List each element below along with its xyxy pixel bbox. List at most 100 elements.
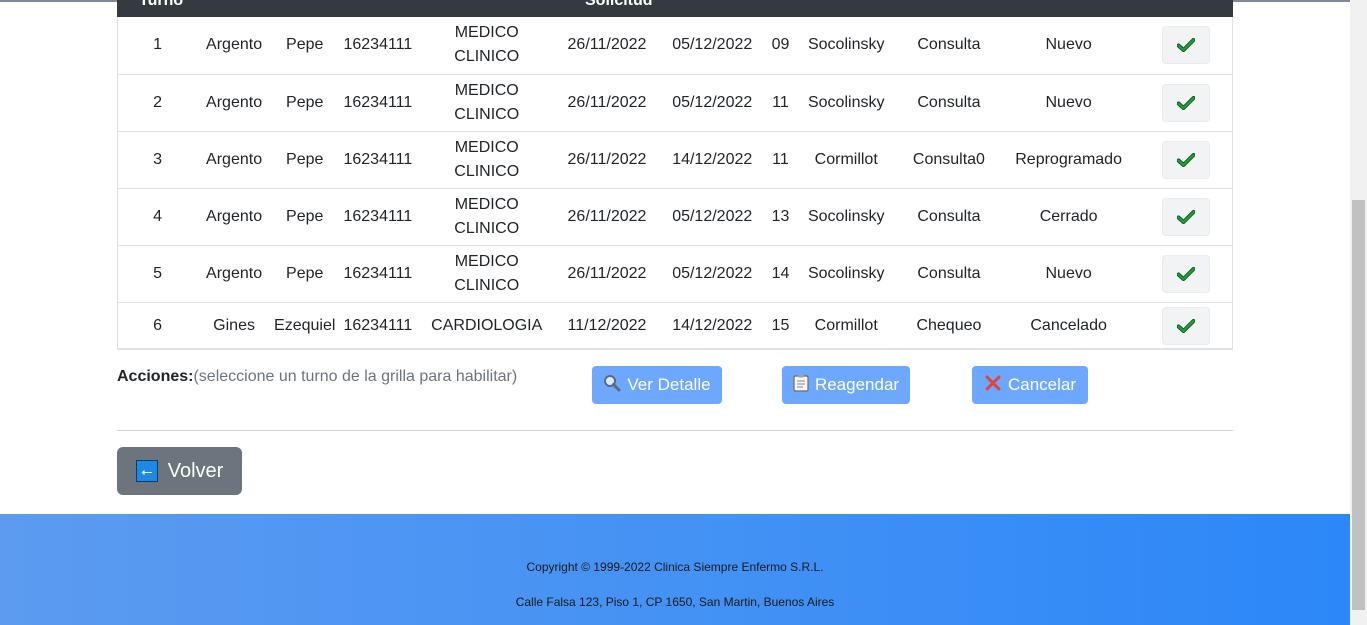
footer: Copyright © 1999-2022 Clinica Siempre En… [0, 514, 1350, 625]
magnifier-icon [603, 374, 621, 396]
cell-tipo: Consulta [917, 264, 981, 282]
cell-estado: Cancelado [1030, 316, 1107, 334]
especialidad-line1: MEDICO [454, 81, 519, 99]
cell-fecha: 05/12/2022 [672, 207, 753, 225]
cell-dni: 16234111 [343, 36, 413, 54]
especialidad-line1: MEDICO [454, 138, 519, 156]
table-row[interactable]: 4 Argento Pepe 16234111 MEDICO CLINICO 26/11/2… [117, 188, 1233, 245]
cell-especialidad: MEDICO CLINICO [416, 131, 557, 188]
volver-button[interactable]: ⭠ Volver [117, 447, 242, 495]
cell-apellido: Argento [206, 207, 263, 225]
cell-apellido: Argento [206, 36, 263, 54]
cross-icon [984, 374, 1002, 396]
cell-select [1138, 188, 1233, 245]
cell-estado: Nuevo [1045, 264, 1092, 282]
cell-dni: 16234111 [343, 150, 413, 168]
reagendar-button[interactable]: Reagendar [782, 366, 910, 404]
select-row-button[interactable] [1161, 254, 1210, 293]
cell-solicitud: 26/11/2022 [567, 264, 647, 282]
especialidad-line2: CLINICO [454, 276, 520, 294]
turnos-table: Turno Solicitud 1 Argento Pepe 16234111 MEDI… [117, 0, 1233, 350]
left-arrow-icon: ⭠ [135, 460, 158, 482]
cell-turno: 5 [153, 264, 163, 282]
cell-turno: 1 [153, 36, 163, 54]
cell-select [1138, 131, 1233, 188]
especialidad-line2: CLINICO [454, 105, 520, 123]
reagendar-label: Reagendar [814, 375, 900, 394]
header-solicitud: Solicitud [585, 0, 653, 9]
ver-detalle-button[interactable]: Ver Detalle [592, 366, 722, 404]
cell-solicitud: 26/11/2022 [567, 93, 647, 111]
table-row[interactable]: 5 Argento Pepe 16234111 MEDICO CLINICO 26/11/2… [117, 245, 1233, 302]
especialidad-line1: MEDICO [454, 252, 519, 270]
cell-solicitud: 26/11/2022 [567, 36, 647, 54]
cancelar-button[interactable]: Cancelar [972, 366, 1088, 404]
clipboard-icon [793, 374, 809, 396]
especialidad-line1: CARDIOLOGIA [431, 316, 543, 334]
cell-tipo: Consulta [917, 207, 981, 225]
table-row[interactable]: 2 Argento Pepe 16234111 MEDICO CLINICO 26/11/2… [117, 74, 1233, 131]
cell-solicitud: 11/12/2022 [567, 316, 647, 334]
cell-nombre: Ezequiel [274, 316, 336, 334]
table-header: Turno Solicitud [117, 0, 1233, 17]
select-row-button[interactable] [1161, 26, 1210, 65]
table-row[interactable]: 1 Argento Pepe 16234111 MEDICO CLINICO 26/11/2… [117, 17, 1233, 74]
select-row-button[interactable] [1161, 83, 1210, 122]
cell-tipo: Consulta [917, 93, 981, 111]
table-row[interactable]: 6 Gines Ezequiel 16234111 CARDIOLOGIA 11/12/2… [117, 302, 1233, 349]
select-row-button[interactable] [1161, 197, 1210, 236]
cell-medico: Cormillot [814, 150, 878, 168]
scrollbar-thumb[interactable] [1352, 200, 1365, 610]
cell-dni: 16234111 [343, 316, 413, 334]
actions-label: Acciones:(seleccione un turno de la gril… [117, 368, 517, 386]
cell-especialidad: MEDICO CLINICO [416, 17, 557, 74]
turnos-grid: 1 Argento Pepe 16234111 MEDICO CLINICO 26/11/2… [117, 17, 1233, 350]
cell-medico: Socolinsky [807, 264, 885, 282]
cell-hora: 09 [771, 36, 790, 54]
cell-nombre: Pepe [286, 207, 324, 225]
check-icon [1176, 266, 1195, 281]
cell-dni: 16234111 [343, 264, 413, 282]
cell-medico: Cormillot [814, 316, 878, 334]
cell-estado: Nuevo [1045, 93, 1092, 111]
check-icon [1176, 209, 1195, 224]
select-row-button[interactable] [1161, 306, 1210, 345]
cell-tipo: Consulta0 [912, 150, 985, 168]
cell-hora: 11 [772, 150, 789, 168]
check-icon [1176, 318, 1195, 333]
check-icon [1176, 152, 1195, 167]
cell-hora: 15 [771, 316, 790, 334]
especialidad-line2: CLINICO [454, 162, 520, 180]
cell-turno: 6 [153, 316, 163, 334]
cell-select [1138, 17, 1233, 74]
select-row-button[interactable] [1161, 140, 1210, 179]
divider [117, 430, 1233, 431]
cell-estado: Nuevo [1045, 36, 1092, 54]
cell-select [1138, 302, 1233, 349]
cell-fecha: 05/12/2022 [672, 36, 753, 54]
cell-turno: 3 [153, 150, 163, 168]
cell-nombre: Pepe [286, 36, 324, 54]
check-icon [1176, 38, 1195, 53]
vertical-scrollbar[interactable] [1350, 0, 1367, 625]
cell-especialidad: MEDICO CLINICO [416, 245, 557, 302]
cell-hora: 11 [772, 93, 789, 111]
cell-solicitud: 26/11/2022 [567, 150, 647, 168]
cell-select [1138, 74, 1233, 131]
actions-bar: Acciones:(seleccione un turno de la gril… [117, 366, 1233, 406]
footer-address: Calle Falsa 123, Piso 1, CP 1650, San Ma… [515, 595, 835, 609]
especialidad-line1: MEDICO [454, 195, 519, 213]
cell-estado: Reprogramado [1015, 150, 1122, 168]
cell-select [1138, 245, 1233, 302]
volver-label: Volver [167, 459, 224, 482]
cell-tipo: Consulta [917, 36, 981, 54]
cell-fecha: 05/12/2022 [672, 93, 753, 111]
cell-medico: Socolinsky [807, 36, 885, 54]
cell-dni: 16234111 [343, 207, 413, 225]
cell-nombre: Pepe [286, 150, 324, 168]
table-row[interactable]: 3 Argento Pepe 16234111 MEDICO CLINICO 26/11/2… [117, 131, 1233, 188]
actions-hint: (seleccione un turno de la grilla para h… [193, 368, 518, 385]
header-turno: Turno [139, 0, 184, 9]
cell-estado: Cerrado [1039, 207, 1098, 225]
cancelar-label: Cancelar [1007, 375, 1077, 394]
